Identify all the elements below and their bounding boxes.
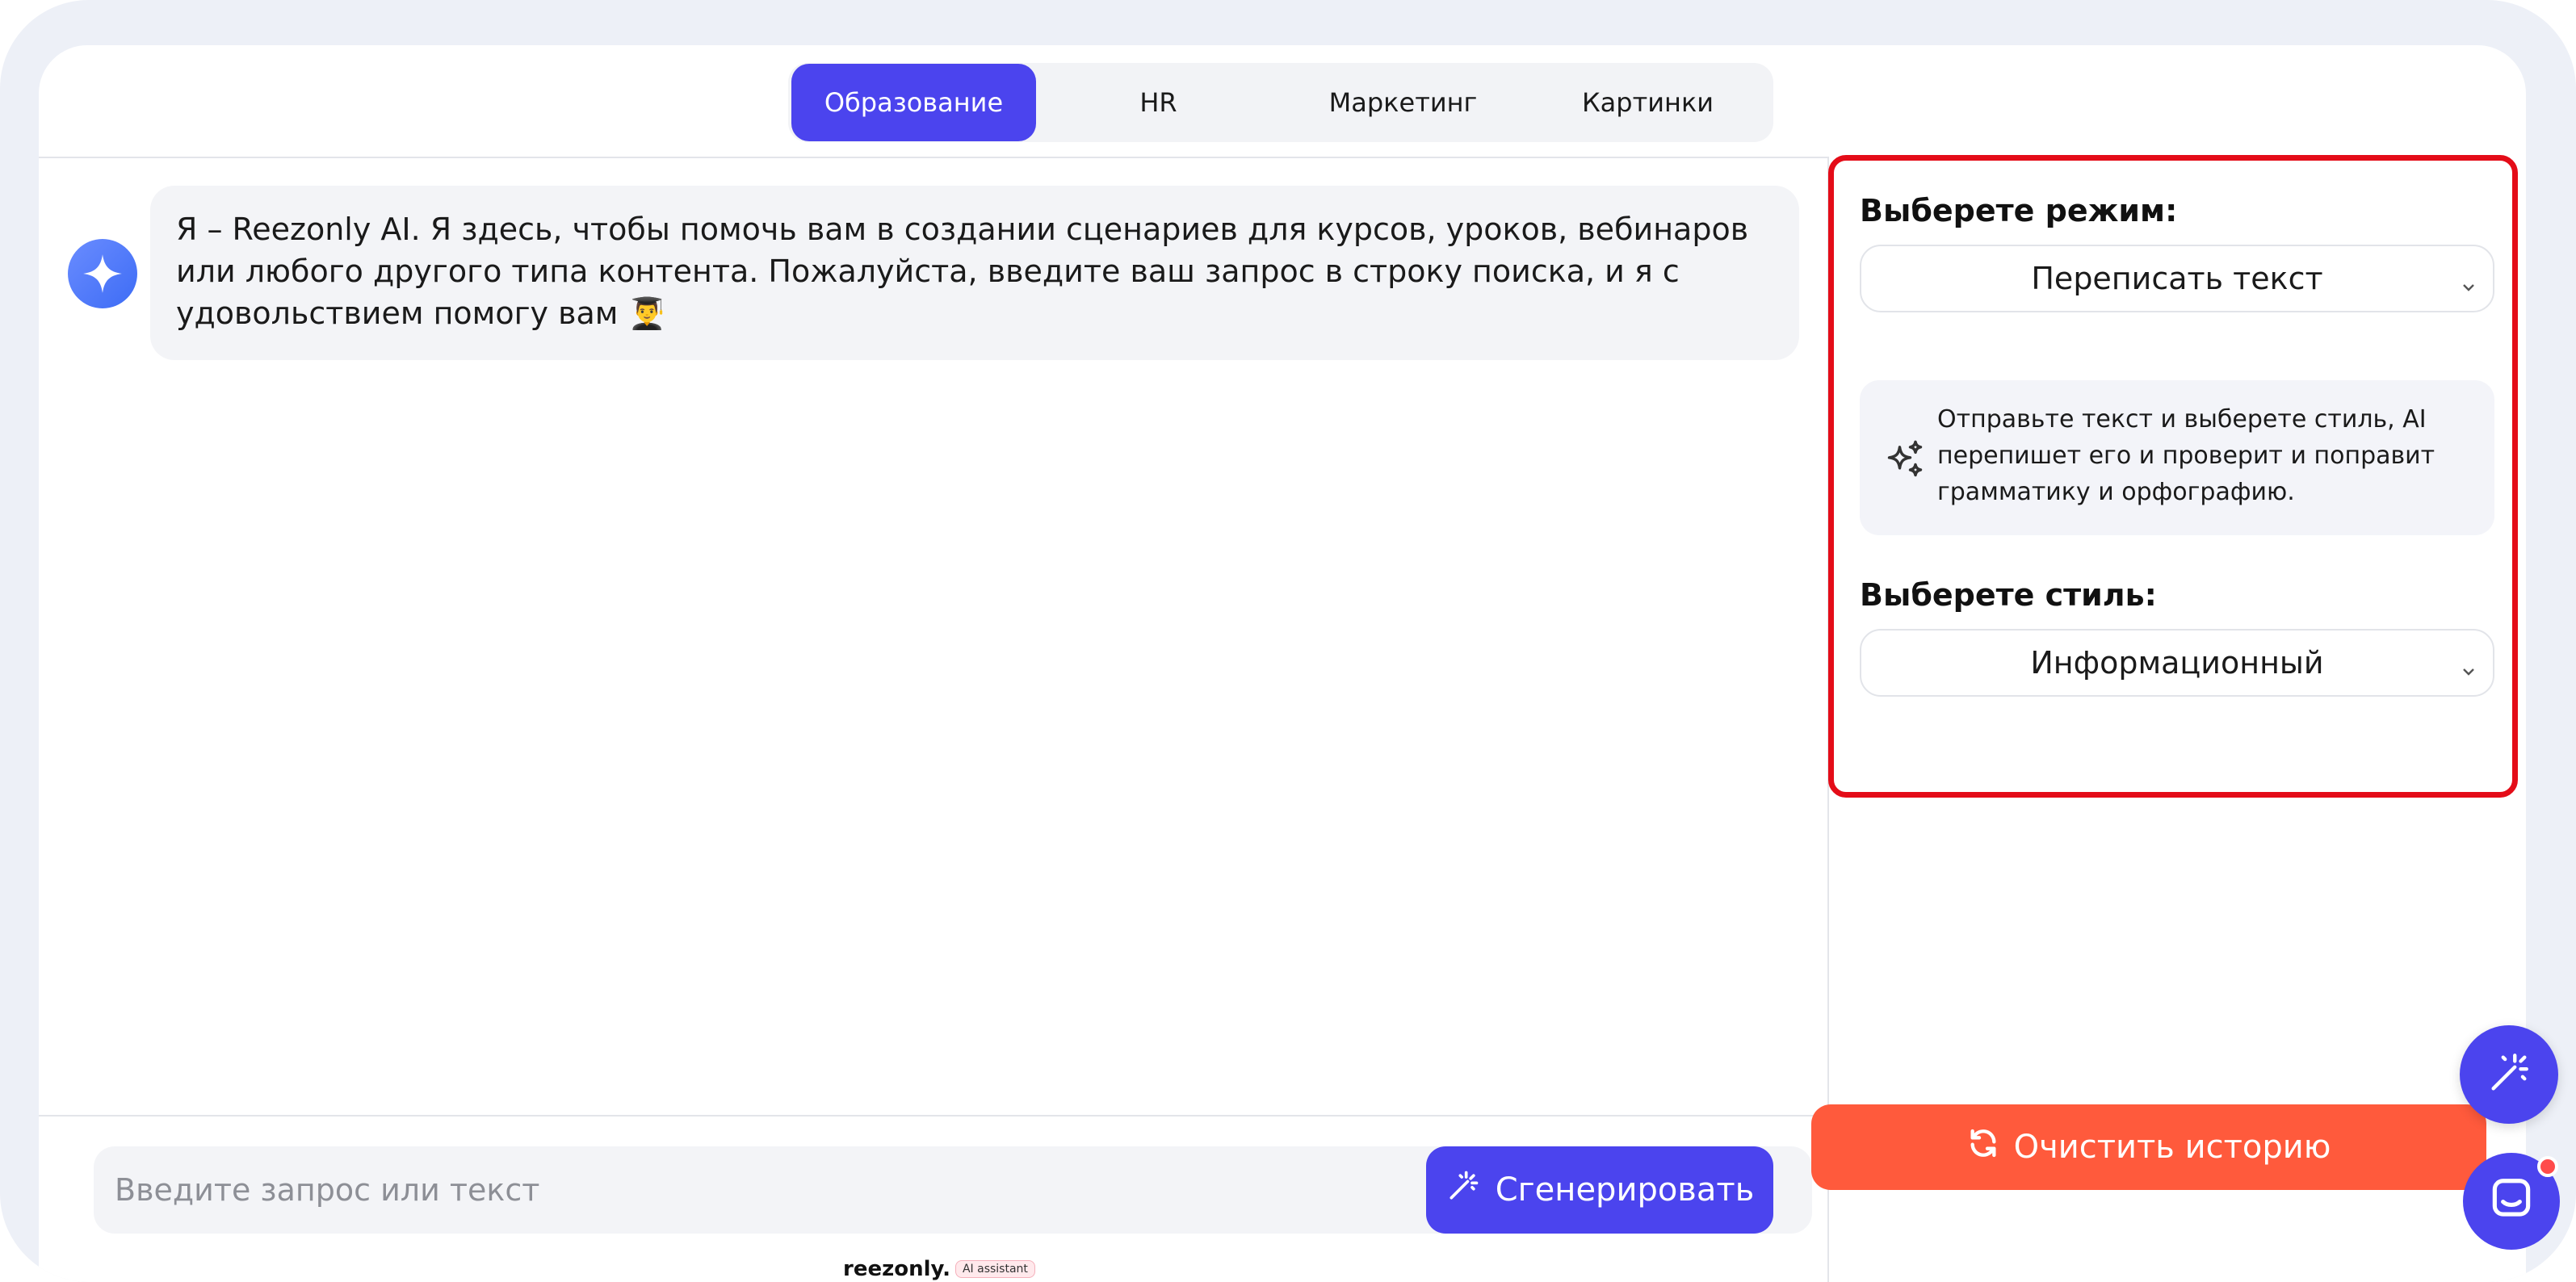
generate-button[interactable]: Сгенерировать xyxy=(1426,1146,1773,1234)
magic-wand-icon xyxy=(1445,1168,1481,1212)
header-divider xyxy=(39,157,1827,158)
mode-label: Выберете режим: xyxy=(1860,193,2178,228)
settings-panel: Выберете режим: Переписать текст Отправь… xyxy=(1828,155,2518,798)
tab-hr[interactable]: HR xyxy=(1036,64,1281,141)
generate-label: Сгенерировать xyxy=(1495,1171,1755,1209)
style-select[interactable]: Информационный xyxy=(1860,629,2494,697)
sparkles-icon xyxy=(1884,438,1926,484)
clear-history-button[interactable]: Очистить историю xyxy=(1811,1104,2486,1190)
chevron-down-icon xyxy=(2459,269,2478,304)
chat-icon xyxy=(2486,1175,2536,1228)
assistant-message: Я – Reezonly AI. Я здесь, чтобы помочь в… xyxy=(150,186,1799,360)
mode-description-text: Отправьте текст и выберете стиль, AI пер… xyxy=(1937,405,2435,506)
notification-dot xyxy=(2537,1156,2558,1177)
category-tabs: Образование HR Маркетинг Картинки xyxy=(788,63,1773,142)
main-card: Образование HR Маркетинг Картинки Я – Re… xyxy=(39,45,2526,1282)
style-label: Выберете стиль: xyxy=(1860,577,2157,613)
magic-assistant-button[interactable] xyxy=(2460,1025,2558,1124)
brand-name: reezonly. xyxy=(843,1257,950,1281)
mode-select[interactable]: Переписать текст xyxy=(1860,245,2494,312)
brand-tag: AI assistant xyxy=(954,1260,1035,1278)
tab-education[interactable]: Образование xyxy=(791,64,1036,141)
chevron-down-icon xyxy=(2459,653,2478,689)
magic-wand-icon xyxy=(2486,1049,2532,1100)
mode-value: Переписать текст xyxy=(2031,261,2323,296)
tab-marketing[interactable]: Маркетинг xyxy=(1281,64,1525,141)
sparkle-icon xyxy=(68,239,137,308)
prompt-input[interactable] xyxy=(115,1146,1374,1234)
composer-divider xyxy=(39,1115,1827,1117)
app-frame: Образование HR Маркетинг Картинки Я – Re… xyxy=(0,0,2576,1282)
clear-history-label: Очистить историю xyxy=(2013,1129,2331,1166)
tab-images[interactable]: Картинки xyxy=(1525,64,1770,141)
style-value: Информационный xyxy=(2030,645,2324,681)
brand-logo: reezonly. AI assistant xyxy=(843,1253,1035,1282)
refresh-icon xyxy=(1967,1127,1999,1167)
mode-description: Отправьте текст и выберете стиль, AI пер… xyxy=(1860,380,2494,535)
